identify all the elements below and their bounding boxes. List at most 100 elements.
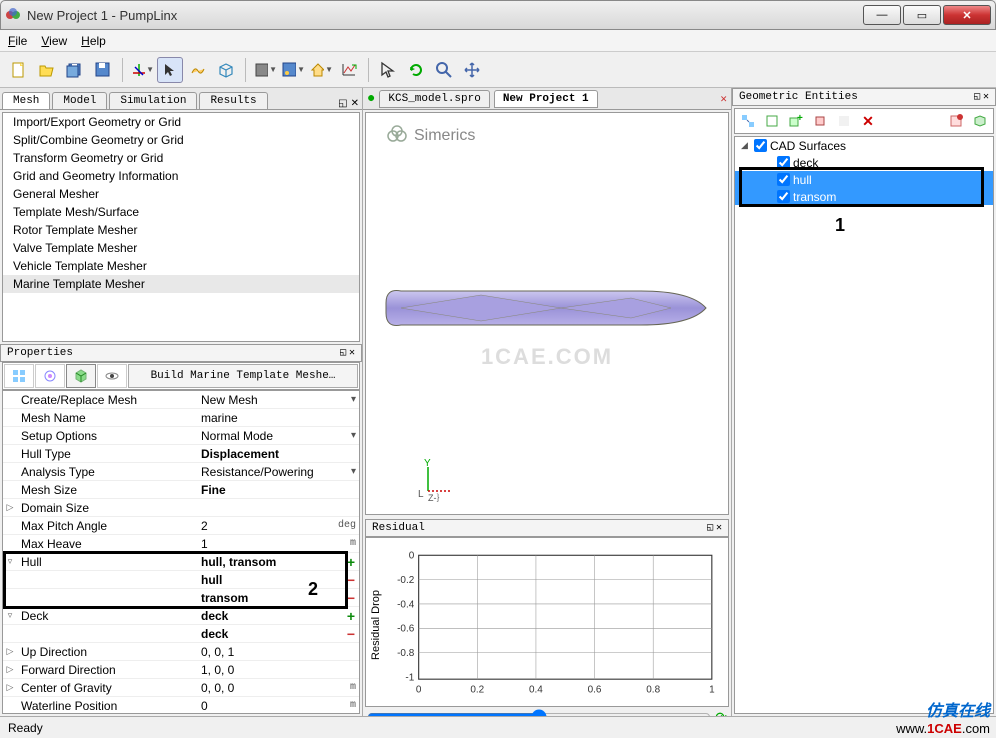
list-item[interactable]: Vehicle Template Mesher xyxy=(3,257,359,275)
tree-root[interactable]: ◢CAD Surfaces xyxy=(735,137,993,154)
close-tab-icon[interactable]: ✕ xyxy=(720,92,727,106)
residual-panel-title: Residual ◱✕ xyxy=(365,519,729,537)
undock-icon[interactable]: ◱ xyxy=(338,98,347,109)
tab-model[interactable]: Model xyxy=(52,92,107,109)
remove-icon[interactable]: − xyxy=(343,626,359,642)
prop-tool-4[interactable] xyxy=(97,364,127,388)
svg-text:L: L xyxy=(418,489,424,500)
annotation-2: 2 xyxy=(308,579,318,600)
close-panel-icon[interactable]: ✕ xyxy=(351,98,359,109)
add-icon[interactable]: + xyxy=(343,554,359,570)
undock-icon[interactable]: ◱ xyxy=(707,522,713,534)
minimize-button[interactable]: — xyxy=(863,5,901,25)
geo-tool-4[interactable] xyxy=(809,111,831,131)
geometric-entities-title: Geometric Entities ◱✕ xyxy=(732,88,996,106)
file-tab[interactable]: New Project 1 xyxy=(494,90,598,108)
svg-text:0: 0 xyxy=(416,684,422,695)
new-file-button[interactable] xyxy=(6,57,32,83)
geo-tool-1[interactable] xyxy=(737,111,759,131)
tree-item-hull[interactable]: hull xyxy=(735,171,993,188)
select-tool-button[interactable] xyxy=(375,57,401,83)
geo-tool-add[interactable]: + xyxy=(785,111,807,131)
tab-mesh[interactable]: Mesh xyxy=(2,92,50,109)
geo-delete-icon[interactable]: ✕ xyxy=(857,111,879,131)
3d-viewport[interactable]: Simerics 1CAE.COM Y Z-｝ L xyxy=(365,112,729,515)
add-icon[interactable]: + xyxy=(343,608,359,624)
remove-icon[interactable]: − xyxy=(343,572,359,588)
tree-item-transom[interactable]: transom xyxy=(735,188,993,205)
refresh-button[interactable] xyxy=(403,57,429,83)
save-all-button[interactable] xyxy=(62,57,88,83)
maximize-button[interactable]: ▭ xyxy=(903,5,941,25)
residual-chart[interactable]: Residual Drop 0-0.2-0.4-0.6-0.8-1 00.20.… xyxy=(365,537,729,707)
geo-tree: ◢CAD Surfaces deck hull transom 1 xyxy=(734,136,994,714)
menubar: File View Help xyxy=(0,30,996,52)
list-item[interactable]: Marine Template Mesher xyxy=(3,275,359,293)
modified-icon: ● xyxy=(367,91,375,107)
svg-text:+: + xyxy=(797,114,803,124)
geo-tool-5[interactable] xyxy=(833,111,855,131)
tree-item-deck[interactable]: deck xyxy=(735,154,993,171)
axis-gizmo: Y Z-｝ L xyxy=(416,459,466,504)
close-button[interactable]: ✕ xyxy=(943,5,991,25)
svg-text:-0.6: -0.6 xyxy=(397,624,415,635)
left-panel-tabs: Mesh Model Simulation Results ◱ ✕ xyxy=(0,88,362,110)
shading-button[interactable] xyxy=(185,57,211,83)
file-tabs: ● KCS_model.spro New Project 1 ✕ xyxy=(363,88,731,110)
properties-toolbar: Build Marine Template Meshe… xyxy=(2,362,360,390)
prop-tool-2[interactable] xyxy=(35,364,65,388)
render-mode-button[interactable]: ▼ xyxy=(252,57,278,83)
geo-toolbar: + ✕ xyxy=(734,108,994,134)
list-item[interactable]: Template Mesh/Surface xyxy=(3,203,359,221)
save-image-button[interactable]: ▼ xyxy=(280,57,306,83)
list-item[interactable]: Valve Template Mesher xyxy=(3,239,359,257)
list-item[interactable]: General Mesher xyxy=(3,185,359,203)
plot-button[interactable] xyxy=(336,57,362,83)
svg-text:0.2: 0.2 xyxy=(470,684,484,695)
tab-results[interactable]: Results xyxy=(199,92,267,109)
cursor-mode-button[interactable] xyxy=(157,57,183,83)
tab-simulation[interactable]: Simulation xyxy=(109,92,197,109)
close-panel-icon[interactable]: ✕ xyxy=(716,522,722,534)
svg-text:-0.8: -0.8 xyxy=(397,648,415,659)
build-mesh-button[interactable]: Build Marine Template Meshe… xyxy=(128,364,358,388)
close-panel-icon[interactable]: ✕ xyxy=(349,347,355,359)
list-item[interactable]: Split/Combine Geometry or Grid xyxy=(3,131,359,149)
close-panel-icon[interactable]: ✕ xyxy=(983,91,989,103)
simerics-logo: Simerics xyxy=(386,125,475,147)
geo-tool-2[interactable] xyxy=(761,111,783,131)
prop-tool-1[interactable] xyxy=(4,364,34,388)
menu-view[interactable]: View xyxy=(41,34,67,48)
axis-button[interactable]: ▼ xyxy=(129,57,155,83)
svg-text:-0.4: -0.4 xyxy=(397,599,415,610)
file-tab[interactable]: KCS_model.spro xyxy=(379,90,489,108)
home-view-button[interactable]: ▼ xyxy=(308,57,334,83)
open-file-button[interactable] xyxy=(34,57,60,83)
menu-help[interactable]: Help xyxy=(81,34,106,48)
list-item[interactable]: Grid and Geometry Information xyxy=(3,167,359,185)
save-button[interactable] xyxy=(90,57,116,83)
svg-text:0.8: 0.8 xyxy=(646,684,660,695)
list-item[interactable]: Transform Geometry or Grid xyxy=(3,149,359,167)
hull-model xyxy=(381,283,711,333)
undock-icon[interactable]: ◱ xyxy=(974,91,980,103)
properties-panel-title: Properties ◱✕ xyxy=(0,344,362,362)
undock-icon[interactable]: ◱ xyxy=(340,347,346,359)
list-item[interactable]: Rotor Template Mesher xyxy=(3,221,359,239)
menu-file[interactable]: File xyxy=(8,34,27,48)
svg-text:-0.2: -0.2 xyxy=(397,575,415,586)
svg-text:1: 1 xyxy=(709,684,715,695)
prop-tool-3[interactable] xyxy=(66,364,96,388)
remove-icon[interactable]: − xyxy=(343,590,359,606)
wireframe-button[interactable] xyxy=(213,57,239,83)
geo-tool-cube[interactable] xyxy=(969,111,991,131)
app-icon xyxy=(5,7,21,23)
svg-text:Y: Y xyxy=(424,459,431,469)
statusbar: Ready xyxy=(0,716,996,738)
svg-text:Residual Drop: Residual Drop xyxy=(370,590,382,660)
watermark: 1CAE.COM xyxy=(481,344,613,370)
geo-tool-filter[interactable] xyxy=(945,111,967,131)
zoom-button[interactable] xyxy=(431,57,457,83)
list-item[interactable]: Import/Export Geometry or Grid xyxy=(3,113,359,131)
pan-button[interactable] xyxy=(459,57,485,83)
